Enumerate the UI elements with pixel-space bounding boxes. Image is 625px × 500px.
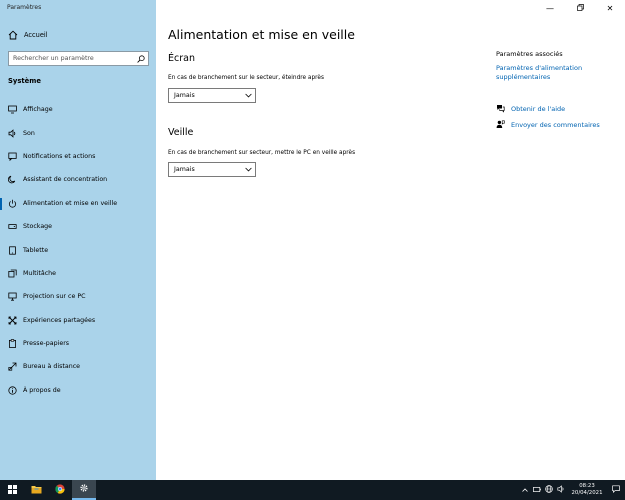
additional-power-settings-link[interactable]: Paramètres d'alimentation supplémentaire… (496, 64, 606, 82)
speaker-icon (557, 485, 565, 495)
restore-button[interactable] (565, 0, 595, 16)
sidebar-item-clipboard[interactable]: Presse-papiers (0, 332, 156, 355)
clock-time: 08:23 (579, 483, 595, 489)
sleep-description: En cas de branchement sur secteur, mettr… (168, 150, 356, 156)
sidebar-item-storage[interactable]: Stockage (0, 215, 156, 238)
minimize-icon: — (546, 3, 554, 13)
sidebar-item-sound[interactable]: Son (0, 121, 156, 144)
home-label: Accueil (24, 31, 48, 39)
search-input[interactable]: Rechercher un paramètre (13, 55, 134, 62)
close-button[interactable]: ✕ (595, 0, 625, 16)
sidebar-item-label: Son (23, 129, 35, 137)
folder-icon (31, 485, 42, 496)
gear-icon (79, 483, 89, 495)
volume-button[interactable] (555, 480, 567, 500)
clipboard-icon (8, 339, 17, 348)
chevron-down-icon (241, 93, 255, 98)
clock[interactable]: 08:23 20/04/2021 (567, 483, 607, 497)
about-icon (8, 386, 17, 395)
battery-button[interactable] (531, 480, 543, 500)
screen-description: En cas de branchement sur le secteur, ét… (168, 75, 324, 81)
chrome-button[interactable] (48, 480, 72, 500)
sidebar-nav: Affichage Son Notifications et actions A… (0, 98, 156, 402)
action-center-button[interactable] (607, 480, 625, 500)
power-icon (8, 199, 17, 208)
sidebar-item-multitasking[interactable]: Multitâche (0, 262, 156, 285)
clock-date: 20/04/2021 (571, 490, 603, 496)
page-title: Alimentation et mise en veille (168, 27, 355, 42)
get-help-label: Obtenir de l'aide (511, 104, 566, 113)
sidebar-item-shared-experiences[interactable]: Expériences partagées (0, 309, 156, 332)
sidebar-item-label: Tablette (23, 246, 49, 254)
sidebar-item-about[interactable]: À propos de (0, 379, 156, 402)
send-feedback-link[interactable]: Envoyer des commentaires (496, 120, 600, 129)
notification-center-icon (612, 485, 620, 495)
search-box[interactable]: Rechercher un paramètre (8, 51, 149, 66)
notifications-icon (8, 152, 17, 161)
search-icon[interactable] (134, 54, 148, 63)
sidebar-item-label: Notifications et actions (23, 152, 96, 160)
restore-icon (576, 3, 584, 13)
home-button[interactable]: Accueil (8, 29, 48, 41)
tablet-icon (8, 245, 17, 255)
chrome-icon (55, 484, 65, 496)
sidebar-item-notifications[interactable]: Notifications et actions (0, 145, 156, 168)
projection-icon (8, 292, 17, 301)
sound-icon (8, 128, 17, 138)
chevron-up-icon (522, 486, 528, 494)
screen-timeout-select[interactable]: Jamais (168, 88, 256, 103)
home-icon (8, 30, 18, 40)
sidebar-item-label: Multitâche (23, 269, 57, 277)
network-button[interactable] (543, 480, 555, 500)
sidebar-item-label: Assistant de concentration (23, 176, 108, 184)
close-icon: ✕ (606, 3, 614, 13)
minimize-button[interactable]: — (535, 0, 565, 16)
battery-icon (533, 486, 541, 494)
file-explorer-button[interactable] (24, 480, 48, 500)
send-feedback-label: Envoyer des commentaires (511, 120, 600, 129)
sidebar-item-label: Expériences partagées (23, 316, 96, 324)
sidebar-item-display[interactable]: Affichage (0, 98, 156, 121)
get-help-link[interactable]: Obtenir de l'aide (496, 104, 565, 113)
sidebar-item-label: Presse-papiers (23, 340, 70, 348)
screen-timeout-value: Jamais (174, 92, 195, 99)
sidebar-item-label: Bureau à distance (23, 363, 81, 371)
windows-icon (7, 484, 17, 496)
sidebar-item-label: À propos de (23, 386, 61, 394)
help-chat-icon (496, 104, 505, 113)
related-settings-title: Paramètres associés (496, 50, 563, 58)
sleep-heading: Veille (168, 127, 194, 138)
settings-taskbar-button[interactable] (72, 480, 96, 500)
feedback-icon (496, 120, 505, 129)
section-title: Système (8, 77, 41, 85)
screen-heading: Écran (168, 53, 195, 64)
show-hidden-icons-button[interactable] (519, 480, 531, 500)
sidebar-item-label: Affichage (23, 106, 53, 114)
system-tray: 08:23 20/04/2021 (519, 480, 625, 500)
sidebar-item-label: Projection sur ce PC (23, 293, 86, 301)
chevron-down-icon (241, 167, 255, 172)
sidebar-item-label: Stockage (23, 223, 53, 231)
sidebar-item-projection[interactable]: Projection sur ce PC (0, 285, 156, 308)
globe-icon (545, 485, 553, 495)
display-icon (8, 105, 17, 114)
focus-assist-icon (8, 175, 17, 184)
multitasking-icon (8, 269, 17, 278)
start-button[interactable] (0, 480, 24, 500)
sidebar-item-remote-desktop[interactable]: Bureau à distance (0, 355, 156, 378)
sidebar-item-tablet[interactable]: Tablette (0, 238, 156, 261)
sidebar-item-focus-assist[interactable]: Assistant de concentration (0, 168, 156, 191)
shared-experiences-icon (8, 316, 17, 325)
storage-icon (8, 222, 17, 231)
sidebar-item-label: Alimentation et mise en veille (23, 199, 118, 207)
window-title: Paramètres (7, 4, 42, 11)
window-controls: — ✕ (535, 0, 625, 16)
sleep-timeout-value: Jamais (174, 166, 195, 173)
sleep-timeout-select[interactable]: Jamais (168, 162, 256, 177)
taskbar: 08:23 20/04/2021 (0, 480, 625, 500)
sidebar-item-power-sleep[interactable]: Alimentation et mise en veille (0, 192, 156, 215)
remote-desktop-icon (8, 362, 17, 372)
sidebar: Paramètres Accueil Rechercher un paramèt… (0, 0, 156, 480)
